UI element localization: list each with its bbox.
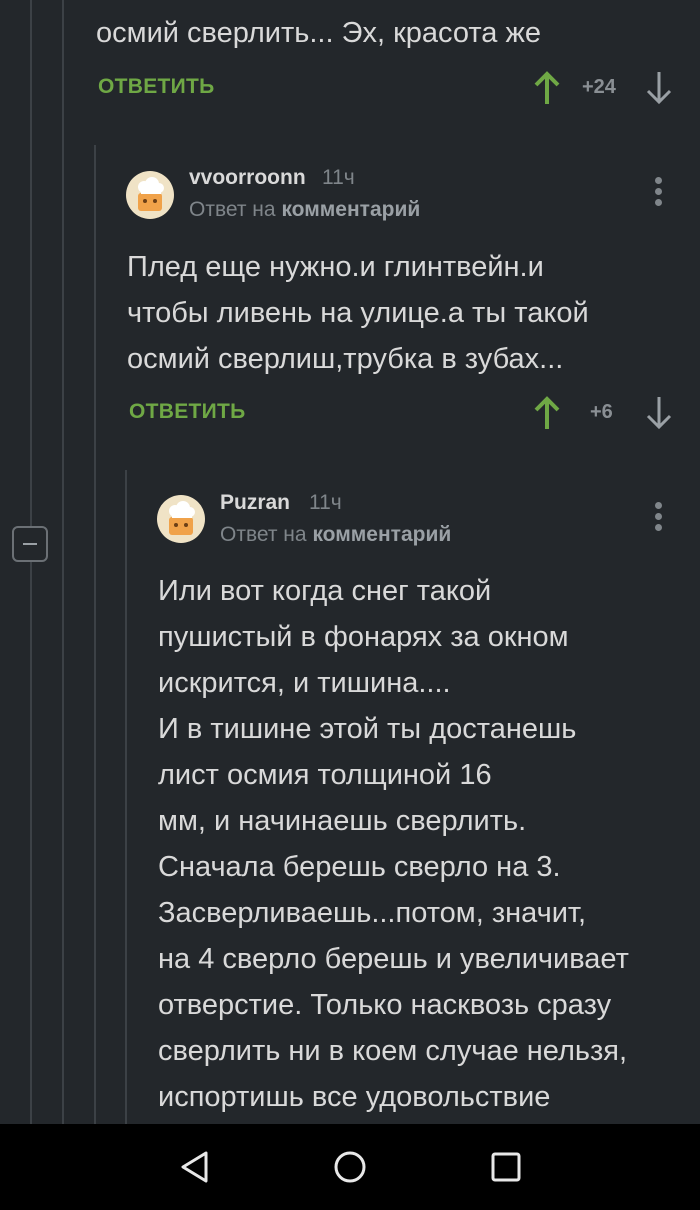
reply-button[interactable]: ОТВЕТИТЬ bbox=[98, 75, 215, 99]
comment-text-line: отверстие. Только насквозь сразу bbox=[158, 989, 612, 1021]
more-vertical-icon[interactable] bbox=[648, 172, 668, 212]
more-vertical-icon[interactable] bbox=[648, 497, 668, 537]
comment-text-line: чтобы ливень на улице.а ты такой bbox=[127, 297, 589, 329]
comment-text-line: Плед еще нужно.и глинтвейн.и bbox=[127, 251, 544, 283]
thread-line bbox=[30, 0, 32, 526]
reply-to-prefix: Ответ на bbox=[220, 523, 307, 546]
circle-home-icon[interactable] bbox=[333, 1150, 367, 1184]
reply-to-line: Ответ на комментарий bbox=[220, 523, 451, 547]
reply-to-prefix: Ответ на bbox=[189, 198, 276, 221]
square-recents-icon[interactable] bbox=[489, 1150, 523, 1184]
rating-count: +24 bbox=[582, 76, 616, 98]
comment-text-line: осмий сверлить... Эх, красота же bbox=[96, 17, 541, 49]
username[interactable]: Puzran bbox=[220, 491, 290, 515]
thread-line bbox=[62, 0, 64, 1124]
comment-text-line: осмий сверлиш,трубка в зубах... bbox=[127, 343, 564, 375]
chef-avatar-icon bbox=[169, 501, 195, 535]
arrow-down-icon[interactable] bbox=[644, 393, 674, 433]
arrow-up-icon[interactable] bbox=[532, 393, 562, 433]
comment-text-line: испортишь все удовольствие bbox=[158, 1081, 551, 1113]
comment-text-line: Сначала берешь сверло на 3. bbox=[158, 851, 561, 883]
reply-to-link[interactable]: комментарий bbox=[312, 523, 451, 546]
thread-line bbox=[30, 562, 32, 1124]
timestamp: 11ч bbox=[309, 491, 342, 514]
avatar[interactable] bbox=[126, 171, 174, 219]
rating-count: +6 bbox=[590, 401, 613, 423]
comment-text-line: И в тишине этой ты достанешь bbox=[158, 713, 577, 745]
reply-to-line: Ответ на комментарий bbox=[189, 198, 420, 222]
triangle-back-icon[interactable] bbox=[178, 1150, 212, 1184]
reply-to-link[interactable]: комментарий bbox=[281, 198, 420, 221]
thread-line bbox=[94, 145, 96, 1124]
comment-text-line: мм, и начинаешь сверлить. bbox=[158, 805, 527, 837]
timestamp: 11ч bbox=[322, 166, 355, 189]
chef-avatar-icon bbox=[138, 177, 164, 211]
collapse-thread-button[interactable] bbox=[12, 526, 48, 562]
comment-text-line: на 4 сверло берешь и увеличивает bbox=[158, 943, 629, 975]
arrow-down-icon[interactable] bbox=[644, 68, 674, 108]
comment-text-line: лист осмия толщиной 16 bbox=[158, 759, 492, 791]
reply-button[interactable]: ОТВЕТИТЬ bbox=[129, 400, 246, 424]
arrow-up-icon[interactable] bbox=[532, 68, 562, 108]
comment-text-line: сверлить ни в коем случае нельзя, bbox=[158, 1035, 628, 1067]
username[interactable]: vvoorroonn bbox=[189, 166, 306, 190]
avatar[interactable] bbox=[157, 495, 205, 543]
comment-text-line: пушистый в фонарях за окном bbox=[158, 621, 569, 653]
system-nav-bar bbox=[0, 1124, 700, 1210]
thread-line bbox=[125, 470, 127, 1124]
comment-text-line: Засверливаешь...потом, значит, bbox=[158, 897, 587, 929]
comment-text-line: искрится, и тишина.... bbox=[158, 667, 451, 699]
comment-text-line: Или вот когда снег такой bbox=[158, 575, 492, 607]
